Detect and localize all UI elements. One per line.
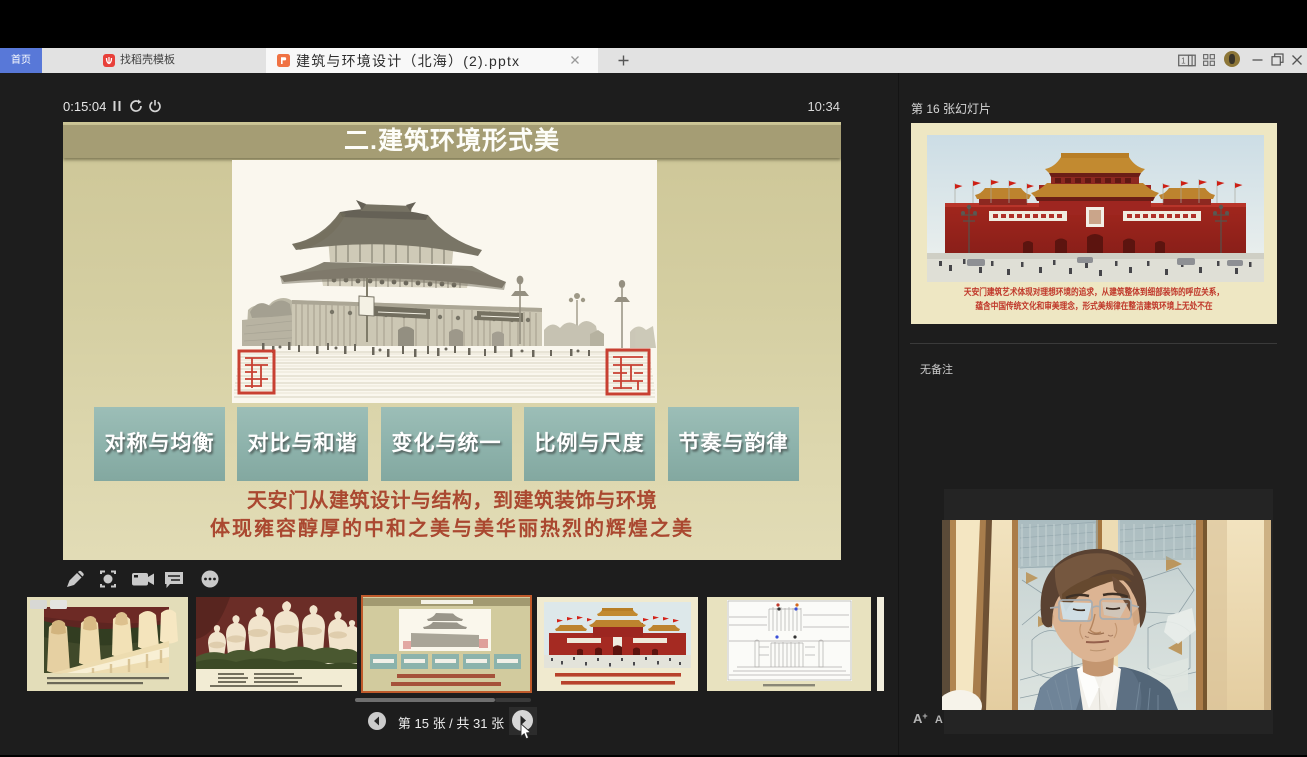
svg-text:1: 1 bbox=[1181, 57, 1186, 66]
